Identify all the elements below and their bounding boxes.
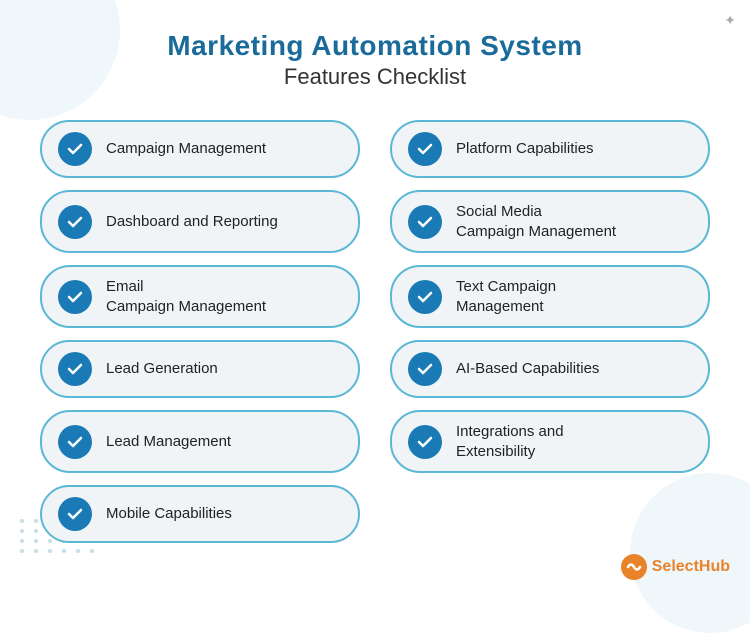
list-item: AI-Based Capabilities — [390, 340, 710, 398]
check-icon — [408, 352, 442, 386]
checklist-grid: Campaign Management Dashboard and Report… — [40, 120, 710, 543]
list-item: Campaign Management — [40, 120, 360, 178]
check-icon — [58, 132, 92, 166]
check-icon — [408, 425, 442, 459]
item-label: EmailCampaign Management — [106, 277, 266, 316]
check-icon — [58, 352, 92, 386]
list-item: Mobile Capabilities — [40, 485, 360, 543]
main-title: Marketing Automation System — [40, 30, 710, 62]
check-icon — [408, 205, 442, 239]
check-icon — [408, 132, 442, 166]
list-item: Lead Management — [40, 410, 360, 473]
list-item: Dashboard and Reporting — [40, 190, 360, 253]
item-label: Mobile Capabilities — [106, 504, 232, 524]
item-label: Lead Management — [106, 432, 231, 452]
item-label: Lead Generation — [106, 359, 218, 379]
check-icon — [58, 205, 92, 239]
list-item: Social MediaCampaign Management — [390, 190, 710, 253]
list-item: EmailCampaign Management — [40, 265, 360, 328]
item-label: Text CampaignManagement — [456, 277, 556, 316]
check-icon — [58, 425, 92, 459]
item-label: Campaign Management — [106, 139, 266, 159]
item-label: Platform Capabilities — [456, 139, 594, 159]
list-item: Platform Capabilities — [390, 120, 710, 178]
check-icon — [58, 280, 92, 314]
item-label: Social MediaCampaign Management — [456, 202, 616, 241]
check-icon — [408, 280, 442, 314]
list-item: Integrations andExtensibility — [390, 410, 710, 473]
item-label: Integrations andExtensibility — [456, 422, 564, 461]
item-label: AI-Based Capabilities — [456, 359, 599, 379]
list-item: Lead Generation — [40, 340, 360, 398]
list-item: Text CampaignManagement — [390, 265, 710, 328]
item-label: Dashboard and Reporting — [106, 212, 278, 232]
page-header: Marketing Automation System Features Che… — [40, 30, 710, 90]
check-icon — [58, 497, 92, 531]
sub-title: Features Checklist — [40, 64, 710, 90]
